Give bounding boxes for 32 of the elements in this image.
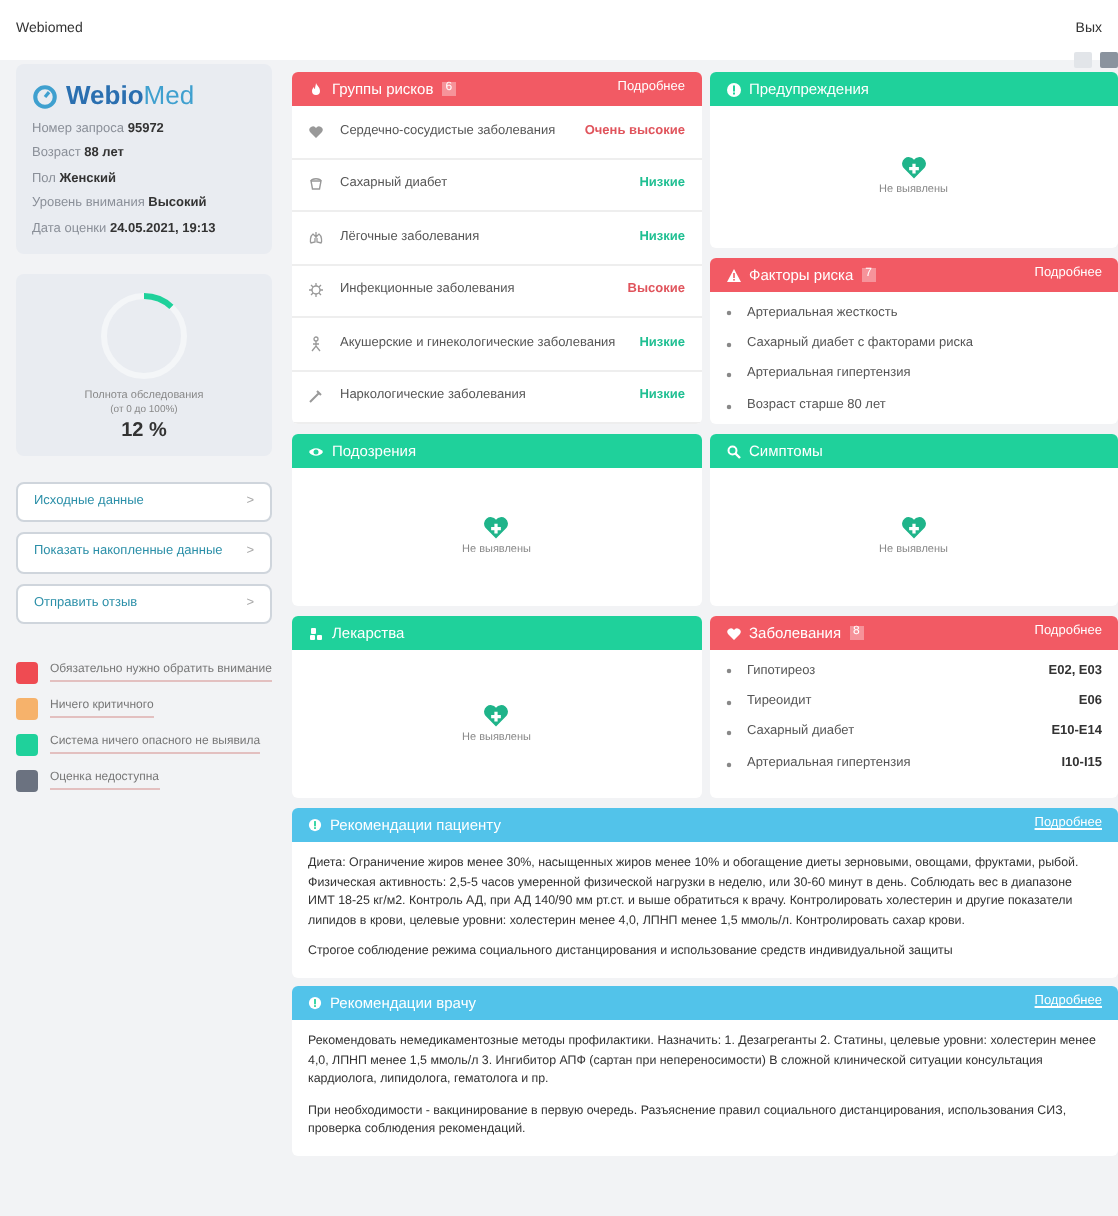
bullet-icon (725, 761, 731, 768)
cup-icon (308, 176, 324, 193)
fire-icon (308, 81, 324, 97)
bullet-icon (725, 730, 731, 737)
heart-icon (308, 123, 324, 140)
lungs-icon (308, 229, 324, 246)
heart-icon (725, 625, 741, 641)
heart-plus-icon (482, 701, 511, 728)
search-icon (725, 443, 741, 459)
bullet-icon (725, 668, 731, 675)
bullet-icon (725, 372, 731, 379)
info-icon (725, 81, 741, 97)
grid-view-toggle[interactable] (1074, 52, 1092, 68)
bullet-icon (725, 403, 731, 410)
heart-plus-icon (482, 514, 511, 541)
progress-value: 12 % (119, 417, 169, 444)
pills-icon (308, 625, 324, 641)
person-icon (308, 335, 324, 352)
warning-icon (725, 267, 741, 283)
bullet-icon (725, 310, 731, 317)
virus-icon (308, 282, 324, 299)
eye-icon (308, 443, 324, 459)
logo-icon (32, 83, 58, 110)
bullet-icon (725, 699, 731, 706)
syringe-icon (308, 388, 324, 405)
bullet-icon (725, 341, 731, 348)
heart-plus-icon (899, 514, 928, 541)
info-icon (308, 996, 322, 1011)
logo-text: WebioMed (66, 80, 195, 114)
info-icon (308, 818, 322, 832)
heart-plus-icon (899, 154, 928, 181)
list-view-toggle[interactable] (1100, 52, 1118, 68)
